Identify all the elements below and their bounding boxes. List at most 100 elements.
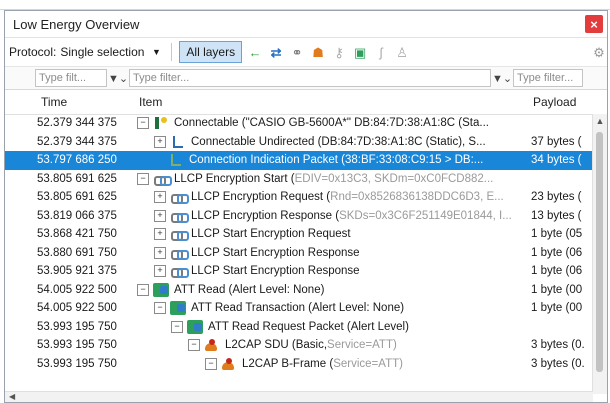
- att-layer-icon[interactable]: ▣: [352, 44, 368, 60]
- time-filter-input[interactable]: Type filt...: [35, 69, 107, 87]
- protocol-dropdown[interactable]: Protocol: Single selection ▼: [9, 44, 164, 60]
- scroll-up-icon[interactable]: ▲: [593, 114, 607, 128]
- pkt-icon: [170, 135, 186, 149]
- expand-icon[interactable]: +: [154, 265, 166, 278]
- back-arrow-icon[interactable]: ←: [247, 44, 263, 60]
- table-row[interactable]: 53.905 921 375 + LLCP Start Encryption Res…: [5, 262, 595, 281]
- row-label: LLCP Start Encryption Response: [191, 265, 360, 278]
- item-filter-input[interactable]: Type filter...: [129, 69, 491, 87]
- expand-icon[interactable]: +: [154, 209, 166, 222]
- row-label: ATT Read (Alert Level: None): [174, 283, 325, 296]
- row-label: L2CAP SDU (Basic,: [225, 339, 328, 352]
- expand-icon[interactable]: +: [154, 135, 166, 148]
- row-time: 53.993 195 750: [37, 357, 117, 370]
- horizontal-scrollbar[interactable]: ◀: [5, 391, 593, 402]
- row-time: 54.005 922 500: [37, 283, 117, 296]
- table-row[interactable]: 53.868 421 750 + LLCP Start Encryption Req…: [5, 225, 595, 244]
- title-bar: Low Energy Overview ×: [5, 11, 607, 38]
- row-label: LLCP Encryption Response (: [191, 209, 340, 222]
- expand-icon[interactable]: +: [154, 246, 166, 259]
- l2cap-icon: [221, 357, 237, 371]
- row-label: LLCP Start Encryption Response: [191, 246, 360, 259]
- row-time: 53.880 691 750: [37, 246, 117, 259]
- close-button[interactable]: ×: [585, 15, 603, 33]
- row-label-detail: Service=ATT): [333, 357, 403, 370]
- row-payload: 1 byte (05: [531, 228, 583, 241]
- row-item: − L2CAP B-Frame (Service=ATT): [133, 357, 527, 371]
- toolbar: Protocol: Single selection ▼ All layers …: [5, 38, 607, 67]
- att-icon: [187, 319, 203, 334]
- table-row[interactable]: 52.379 344 375 − Connectable ("CASIO GB-56…: [5, 114, 595, 133]
- expand-icon[interactable]: +: [154, 191, 166, 204]
- row-payload: 1 byte (00: [531, 302, 583, 315]
- column-item[interactable]: Item: [133, 95, 527, 109]
- row-label: LLCP Encryption Start (: [174, 172, 295, 185]
- collapse-icon[interactable]: −: [188, 339, 200, 352]
- collapse-icon[interactable]: −: [171, 320, 183, 333]
- table-row[interactable]: 54.005 922 500 − ATT Read Transaction (Ale…: [5, 299, 595, 318]
- low-energy-overview-window: Low Energy Overview × Protocol: Single s…: [4, 10, 608, 403]
- time-filter-funnel-icon[interactable]: ▼⌄: [107, 72, 129, 85]
- table-row[interactable]: 53.797 686 250 Connection Indication Pack…: [5, 151, 595, 170]
- table-row[interactable]: 54.005 922 500 − ATT Read (Alert Level: No…: [5, 281, 595, 300]
- table-row[interactable]: 53.993 195 750 − ATT Read Request Packet (…: [5, 318, 595, 337]
- scroll-thumb[interactable]: [596, 132, 603, 372]
- row-payload: 3 bytes (0.: [531, 339, 585, 352]
- swap-arrows-icon[interactable]: ⇄: [268, 44, 284, 60]
- table-row[interactable]: 53.819 066 375 + LLCP Encryption Response …: [5, 207, 595, 226]
- protocol-value: Single selection: [60, 45, 145, 59]
- link-layer-icon[interactable]: ⚭: [289, 44, 305, 60]
- row-label: L2CAP B-Frame (: [242, 357, 334, 370]
- column-time[interactable]: Time: [35, 95, 133, 109]
- key-icon[interactable]: ⚷: [331, 44, 347, 60]
- row-label-detail: SKDs=0x3C6F251149E01844, I...: [339, 209, 512, 222]
- row-time: 52.379 344 375: [37, 117, 117, 130]
- filter-row: Type filt... ▼⌄ Type filter... ▼⌄ Type f…: [5, 67, 607, 90]
- row-item: + LLCP Start Encryption Response: [133, 246, 527, 260]
- row-label: Connection Indication Packet (38:BF:33:0…: [189, 154, 484, 167]
- table-row[interactable]: 53.880 691 750 + LLCP Start Encryption Res…: [5, 244, 595, 263]
- row-time: 53.993 195 750: [37, 339, 117, 352]
- collapse-icon[interactable]: −: [137, 172, 149, 185]
- item-filter-funnel-icon[interactable]: ▼⌄: [491, 72, 513, 85]
- link-icon: [170, 264, 189, 279]
- all-layers-button[interactable]: All layers: [179, 41, 243, 63]
- l2cap-layer-icon[interactable]: ☗: [310, 44, 326, 60]
- row-time: 53.805 691 625: [37, 191, 117, 204]
- row-time: 53.797 686 250: [37, 154, 117, 167]
- vertical-scrollbar[interactable]: ▲: [592, 114, 607, 394]
- table-row[interactable]: 53.993 195 750 − L2CAP B-Frame (Service=AT…: [5, 355, 595, 374]
- row-payload: 1 byte (06: [531, 246, 583, 259]
- collapse-icon[interactable]: −: [137, 117, 149, 130]
- row-label-detail: Service=ATT): [327, 339, 397, 352]
- row-item: − L2CAP SDU (Basic, Service=ATT): [133, 338, 527, 352]
- profile-icon[interactable]: ♙: [394, 44, 410, 60]
- collapse-icon[interactable]: −: [205, 357, 217, 370]
- link-icon: [170, 227, 189, 242]
- link-icon: [170, 190, 189, 205]
- settings-icon[interactable]: ⚙: [591, 44, 607, 60]
- collapse-icon[interactable]: −: [137, 283, 149, 296]
- table-row[interactable]: 53.993 195 750 − L2CAP SDU (Basic, Service…: [5, 336, 595, 355]
- l2cap-icon: [204, 338, 220, 352]
- table-row[interactable]: 53.805 691 625 − LLCP Encryption Start (ED…: [5, 170, 595, 189]
- link-icon: [170, 209, 189, 223]
- collapse-icon[interactable]: −: [154, 302, 166, 315]
- hook-icon[interactable]: ʃ: [373, 44, 389, 60]
- row-time: 53.905 921 375: [37, 265, 117, 278]
- row-payload: 37 bytes (: [531, 135, 582, 148]
- expand-icon[interactable]: +: [154, 228, 166, 241]
- row-time: 53.805 691 625: [37, 172, 117, 185]
- row-item: + LLCP Encryption Response (SKDs=0x3C6F25…: [133, 209, 527, 223]
- payload-filter-input[interactable]: Type filter...: [513, 69, 583, 87]
- column-header: Time Item Payload: [5, 90, 607, 115]
- row-time: 53.819 066 375: [37, 209, 117, 222]
- protocol-label: Protocol:: [9, 45, 57, 59]
- row-time: 54.005 922 500: [37, 302, 117, 315]
- table-row[interactable]: 52.379 344 375 + Connectable Undirected (D…: [5, 133, 595, 152]
- column-payload[interactable]: Payload: [527, 95, 587, 109]
- scroll-left-icon[interactable]: ◀: [5, 392, 15, 401]
- dropdown-arrow-icon: ▼: [151, 46, 161, 57]
- pktsel-icon: [168, 153, 184, 167]
- table-row[interactable]: 53.805 691 625 + LLCP Encryption Request (…: [5, 188, 595, 207]
